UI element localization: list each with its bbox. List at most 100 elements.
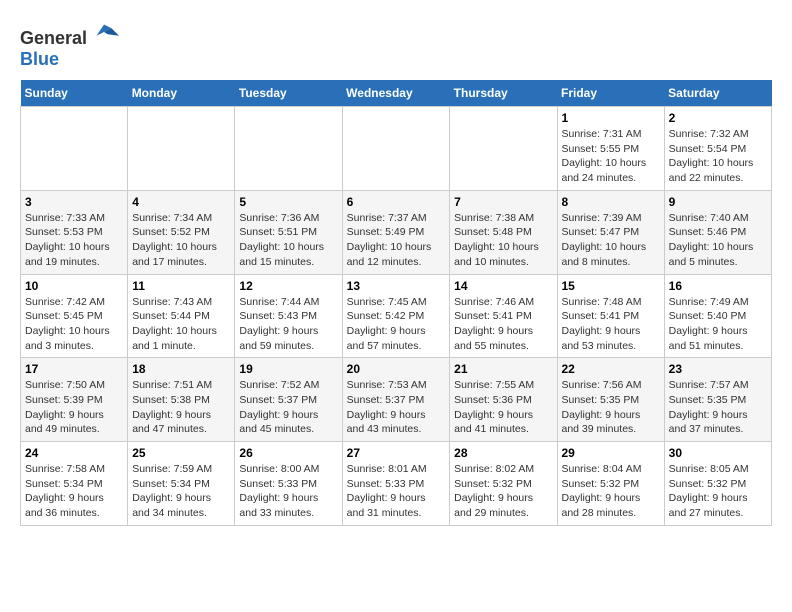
day-number: 11	[132, 279, 230, 293]
header-wednesday: Wednesday	[342, 80, 450, 107]
day-number: 1	[562, 111, 660, 125]
day-number: 28	[454, 446, 552, 460]
day-number: 12	[239, 279, 337, 293]
day-info: Sunrise: 7:34 AM Sunset: 5:52 PM Dayligh…	[132, 211, 230, 270]
logo-blue: Blue	[20, 49, 59, 69]
day-number: 22	[562, 362, 660, 376]
calendar-header: SundayMondayTuesdayWednesdayThursdayFrid…	[21, 80, 772, 107]
day-number: 6	[347, 195, 446, 209]
day-info: Sunrise: 7:55 AM Sunset: 5:36 PM Dayligh…	[454, 378, 552, 437]
day-info: Sunrise: 7:52 AM Sunset: 5:37 PM Dayligh…	[239, 378, 337, 437]
header-thursday: Thursday	[450, 80, 557, 107]
day-number: 24	[25, 446, 123, 460]
day-info: Sunrise: 7:56 AM Sunset: 5:35 PM Dayligh…	[562, 378, 660, 437]
day-info: Sunrise: 7:42 AM Sunset: 5:45 PM Dayligh…	[25, 295, 123, 354]
header-friday: Friday	[557, 80, 664, 107]
calendar-cell: 30Sunrise: 8:05 AM Sunset: 5:32 PM Dayli…	[664, 442, 771, 526]
calendar-cell	[450, 107, 557, 191]
logo-bird-icon	[89, 20, 119, 44]
calendar-cell: 19 Sunrise: 7:52 AM Sunset: 5:37 PM Dayli…	[235, 358, 342, 442]
calendar-cell: 24 Sunrise: 7:58 AM Sunset: 5:34 PM Dayli…	[21, 442, 128, 526]
logo: General Blue	[20, 20, 119, 70]
day-number: 26	[239, 446, 337, 460]
day-number: 25	[132, 446, 230, 460]
day-info: Sunrise: 7:50 AM Sunset: 5:39 PM Dayligh…	[25, 378, 123, 437]
day-info: Sunrise: 8:04 AM Sunset: 5:32 PM Dayligh…	[562, 462, 660, 521]
calendar-cell: 8 Sunrise: 7:39 AM Sunset: 5:47 PM Daylig…	[557, 190, 664, 274]
day-number: 7	[454, 195, 552, 209]
day-number: 29	[562, 446, 660, 460]
header-sunday: Sunday	[21, 80, 128, 107]
calendar-cell	[128, 107, 235, 191]
day-number: 23	[669, 362, 767, 376]
day-number: 9	[669, 195, 767, 209]
day-number: 8	[562, 195, 660, 209]
calendar-cell: 12Sunrise: 7:44 AM Sunset: 5:43 PM Dayli…	[235, 274, 342, 358]
day-info: Sunrise: 7:32 AM Sunset: 5:54 PM Dayligh…	[669, 127, 767, 186]
calendar-cell: 29 Sunrise: 8:04 AM Sunset: 5:32 PM Dayli…	[557, 442, 664, 526]
day-info: Sunrise: 8:00 AM Sunset: 5:33 PM Dayligh…	[239, 462, 337, 521]
calendar-cell	[342, 107, 450, 191]
day-number: 15	[562, 279, 660, 293]
day-number: 17	[25, 362, 123, 376]
day-number: 19	[239, 362, 337, 376]
day-info: Sunrise: 7:31 AM Sunset: 5:55 PM Dayligh…	[562, 127, 660, 186]
week-row-2: 3 Sunrise: 7:33 AM Sunset: 5:53 PM Daylig…	[21, 190, 772, 274]
day-info: Sunrise: 7:51 AM Sunset: 5:38 PM Dayligh…	[132, 378, 230, 437]
day-info: Sunrise: 7:57 AM Sunset: 5:35 PM Dayligh…	[669, 378, 767, 437]
day-info: Sunrise: 7:53 AM Sunset: 5:37 PM Dayligh…	[347, 378, 446, 437]
calendar-cell: 27 Sunrise: 8:01 AM Sunset: 5:33 PM Dayli…	[342, 442, 450, 526]
day-info: Sunrise: 7:43 AM Sunset: 5:44 PM Dayligh…	[132, 295, 230, 354]
calendar-cell: 22 Sunrise: 7:56 AM Sunset: 5:35 PM Dayli…	[557, 358, 664, 442]
day-number: 27	[347, 446, 446, 460]
day-info: Sunrise: 8:01 AM Sunset: 5:33 PM Dayligh…	[347, 462, 446, 521]
day-number: 20	[347, 362, 446, 376]
calendar-body: 1 Sunrise: 7:31 AM Sunset: 5:55 PM Daylig…	[21, 107, 772, 526]
calendar-cell: 17 Sunrise: 7:50 AM Sunset: 5:39 PM Dayli…	[21, 358, 128, 442]
logo-general: General	[20, 28, 87, 48]
calendar-cell: 2Sunrise: 7:32 AM Sunset: 5:54 PM Daylig…	[664, 107, 771, 191]
week-row-1: 1 Sunrise: 7:31 AM Sunset: 5:55 PM Daylig…	[21, 107, 772, 191]
calendar-cell: 9 Sunrise: 7:40 AM Sunset: 5:46 PM Daylig…	[664, 190, 771, 274]
day-number: 4	[132, 195, 230, 209]
day-info: Sunrise: 7:49 AM Sunset: 5:40 PM Dayligh…	[669, 295, 767, 354]
day-info: Sunrise: 7:33 AM Sunset: 5:53 PM Dayligh…	[25, 211, 123, 270]
calendar-cell: 16 Sunrise: 7:49 AM Sunset: 5:40 PM Dayli…	[664, 274, 771, 358]
day-info: Sunrise: 7:40 AM Sunset: 5:46 PM Dayligh…	[669, 211, 767, 270]
calendar-cell: 13Sunrise: 7:45 AM Sunset: 5:42 PM Dayli…	[342, 274, 450, 358]
calendar-cell: 5 Sunrise: 7:36 AM Sunset: 5:51 PM Daylig…	[235, 190, 342, 274]
week-row-5: 24 Sunrise: 7:58 AM Sunset: 5:34 PM Dayli…	[21, 442, 772, 526]
page-header: General Blue	[20, 20, 772, 70]
calendar-cell: 15 Sunrise: 7:48 AM Sunset: 5:41 PM Dayli…	[557, 274, 664, 358]
calendar-cell: 20 Sunrise: 7:53 AM Sunset: 5:37 PM Dayli…	[342, 358, 450, 442]
header-monday: Monday	[128, 80, 235, 107]
header-row: SundayMondayTuesdayWednesdayThursdayFrid…	[21, 80, 772, 107]
calendar-cell: 26 Sunrise: 8:00 AM Sunset: 5:33 PM Dayli…	[235, 442, 342, 526]
calendar-cell: 1 Sunrise: 7:31 AM Sunset: 5:55 PM Daylig…	[557, 107, 664, 191]
day-info: Sunrise: 7:38 AM Sunset: 5:48 PM Dayligh…	[454, 211, 552, 270]
calendar-cell: 25 Sunrise: 7:59 AM Sunset: 5:34 PM Dayli…	[128, 442, 235, 526]
day-info: Sunrise: 7:37 AM Sunset: 5:49 PM Dayligh…	[347, 211, 446, 270]
calendar-cell: 10 Sunrise: 7:42 AM Sunset: 5:45 PM Dayli…	[21, 274, 128, 358]
day-number: 30	[669, 446, 767, 460]
day-number: 14	[454, 279, 552, 293]
calendar-cell: 7 Sunrise: 7:38 AM Sunset: 5:48 PM Daylig…	[450, 190, 557, 274]
day-info: Sunrise: 7:36 AM Sunset: 5:51 PM Dayligh…	[239, 211, 337, 270]
day-info: Sunrise: 7:58 AM Sunset: 5:34 PM Dayligh…	[25, 462, 123, 521]
header-tuesday: Tuesday	[235, 80, 342, 107]
day-number: 3	[25, 195, 123, 209]
calendar-cell	[235, 107, 342, 191]
calendar-cell: 18Sunrise: 7:51 AM Sunset: 5:38 PM Dayli…	[128, 358, 235, 442]
calendar-cell: 21Sunrise: 7:55 AM Sunset: 5:36 PM Dayli…	[450, 358, 557, 442]
calendar-cell: 4 Sunrise: 7:34 AM Sunset: 5:52 PM Daylig…	[128, 190, 235, 274]
day-number: 16	[669, 279, 767, 293]
week-row-3: 10 Sunrise: 7:42 AM Sunset: 5:45 PM Dayli…	[21, 274, 772, 358]
calendar-cell: 3 Sunrise: 7:33 AM Sunset: 5:53 PM Daylig…	[21, 190, 128, 274]
day-number: 10	[25, 279, 123, 293]
header-saturday: Saturday	[664, 80, 771, 107]
calendar-cell: 11 Sunrise: 7:43 AM Sunset: 5:44 PM Dayli…	[128, 274, 235, 358]
day-info: Sunrise: 7:39 AM Sunset: 5:47 PM Dayligh…	[562, 211, 660, 270]
day-info: Sunrise: 7:59 AM Sunset: 5:34 PM Dayligh…	[132, 462, 230, 521]
day-info: Sunrise: 7:48 AM Sunset: 5:41 PM Dayligh…	[562, 295, 660, 354]
day-number: 5	[239, 195, 337, 209]
